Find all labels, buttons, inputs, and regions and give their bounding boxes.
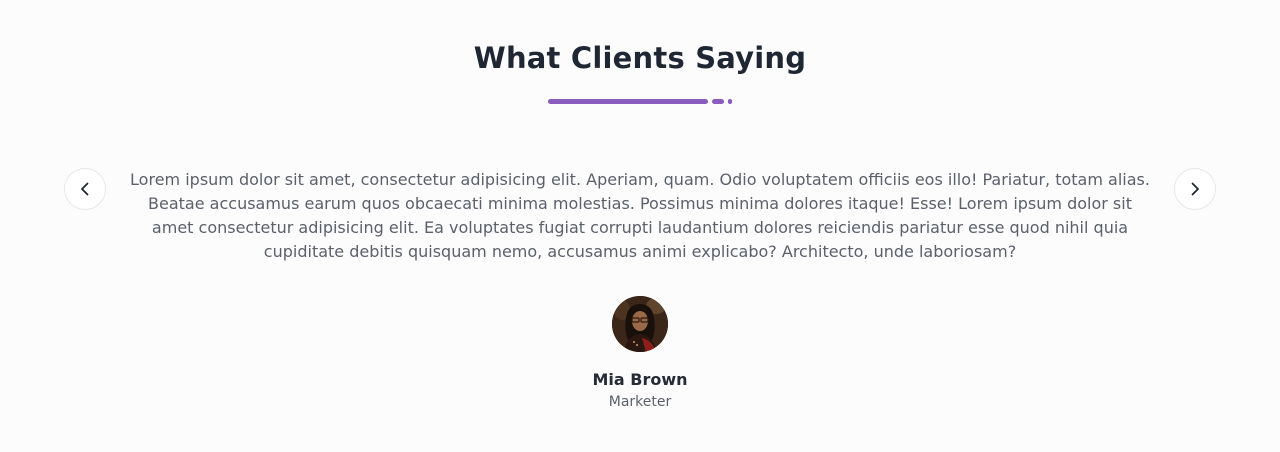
- client-avatar: [612, 296, 668, 352]
- underline-dot-segment: [728, 99, 732, 104]
- client-name: Mia Brown: [592, 370, 688, 389]
- underline-long-segment: [548, 99, 708, 104]
- previous-testimonial-button[interactable]: [64, 168, 106, 210]
- testimonial-quote: Lorem ipsum dolor sit amet, consectetur …: [130, 170, 1150, 261]
- chevron-right-icon: [1187, 181, 1203, 197]
- underline-mid-segment: [712, 99, 724, 104]
- testimonials-section: What Clients Saying Lorem ipsum dolor si…: [0, 0, 1280, 452]
- client-role: Marketer: [608, 394, 672, 410]
- chevron-left-icon: [77, 181, 93, 197]
- next-testimonial-button[interactable]: [1174, 168, 1216, 210]
- section-title: What Clients Saying: [473, 41, 807, 75]
